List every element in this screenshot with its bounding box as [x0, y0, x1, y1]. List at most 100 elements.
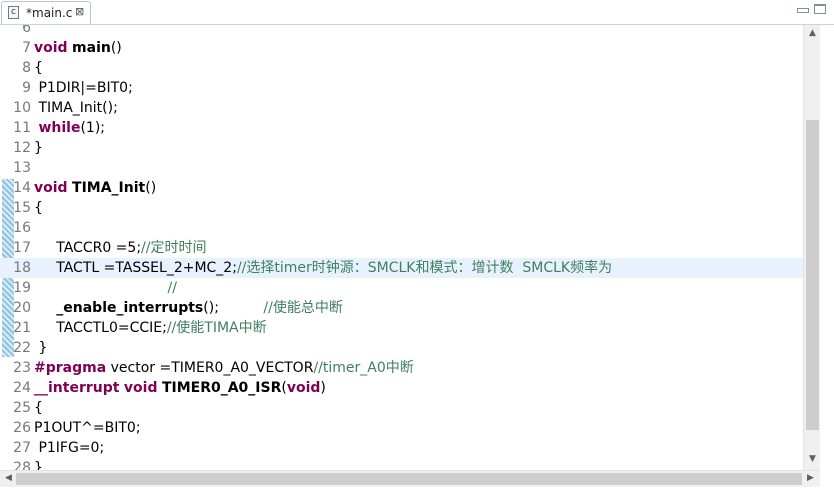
code-text: P1OUT^=BIT0; — [34, 420, 141, 436]
code-content: // — [34, 278, 177, 298]
line-number: 14 — [13, 180, 31, 196]
line-number: 13 — [13, 160, 31, 176]
code-line[interactable]: 13 — [0, 158, 803, 178]
code-line[interactable]: 10 TIMA_Init(); — [0, 98, 803, 118]
tab-title: *main.c — [26, 6, 73, 20]
scroll-right-icon[interactable]: ▶ — [804, 472, 817, 485]
code-text: TIMA_Init(); — [34, 100, 118, 116]
code-content: { — [34, 58, 43, 78]
code-content: { — [34, 398, 43, 418]
line-number: 21 — [13, 320, 31, 336]
line-number: 25 — [13, 400, 31, 416]
code-line[interactable]: 17 TACCR0 =5;//定时时间 — [0, 238, 803, 258]
line-number: 23 — [13, 360, 31, 376]
code-content: { — [34, 198, 43, 218]
scroll-left-icon[interactable]: ◀ — [2, 472, 15, 485]
identifier: TIMER0_A0_ISR — [161, 380, 282, 396]
code-content: void TIMA_Init() — [34, 178, 156, 198]
identifier: _enable_interrupts — [56, 300, 204, 316]
keyword: void — [286, 380, 321, 396]
tab-main-c[interactable]: c *main.c ⊠ — [1, 1, 91, 24]
code-line[interactable]: 19 // — [0, 278, 803, 298]
code-text: } — [34, 340, 48, 356]
code-line[interactable]: 21 TACCTL0=CCIE;//使能TIMA中断 — [0, 318, 803, 338]
identifier: main — [72, 40, 111, 56]
code-text: vector =TIMER0_A0_VECTOR — [106, 360, 314, 376]
code-line[interactable]: 12} — [0, 138, 803, 158]
keyword: __interrupt — [34, 380, 120, 396]
code-text: TACCR0 =5; — [34, 240, 142, 256]
code-content: P1OUT^=BIT0; — [34, 418, 141, 438]
window-edge — [820, 25, 834, 488]
code-line[interactable]: 23 #pragma vector =TIMER0_A0_VECTOR//time… — [0, 358, 803, 378]
line-number: 22 — [13, 340, 31, 356]
line-number: 16 — [13, 220, 31, 236]
code-text: P1IFG=0; — [34, 440, 105, 456]
line-number: 7 — [22, 40, 31, 56]
scroll-down-icon[interactable]: ▼ — [806, 453, 819, 466]
keyword: void — [34, 40, 68, 56]
code-line[interactable]: 25{ — [0, 398, 803, 418]
code-line[interactable]: 6 — [0, 25, 803, 38]
code-line[interactable]: 18 TACTL =TASSEL_2+MC_2;//选择timer时钟源：SMC… — [0, 258, 803, 278]
vertical-scrollbar[interactable]: ▲ ▼ — [803, 25, 820, 470]
code-line[interactable]: 14 void TIMA_Init() — [0, 178, 803, 198]
code-line[interactable]: 27 P1IFG=0; — [0, 438, 803, 458]
code-line[interactable]: 24 __interrupt void TIMER0_A0_ISR(void) — [0, 378, 803, 398]
code-content: TACTL =TASSEL_2+MC_2;//选择timer时钟源：SMCLK和… — [34, 258, 612, 278]
code-line[interactable]: 11 while(1); — [0, 118, 803, 138]
code-content: __interrupt void TIMER0_A0_ISR(void) — [34, 378, 326, 398]
code-content: while(1); — [34, 118, 105, 138]
code-content: P1IFG=0; — [34, 438, 104, 458]
code-content: } — [34, 338, 47, 358]
code-content: _enable_interrupts(); //使能总中断 — [34, 298, 343, 318]
code-text: (1); — [80, 120, 106, 136]
code-text: { — [34, 60, 43, 76]
line-number: 8 — [22, 60, 31, 76]
code-line[interactable]: 7 void main() — [0, 38, 803, 58]
code-line[interactable]: 16 — [0, 218, 803, 238]
code-text: P1DIR|=BIT0; — [34, 80, 133, 96]
line-number: 17 — [13, 240, 31, 256]
minimize-icon[interactable] — [797, 8, 809, 13]
code-line[interactable]: 15{ — [0, 198, 803, 218]
keyword: void — [34, 180, 68, 196]
keyword: while — [38, 120, 81, 136]
code-editor[interactable]: 6 7 void main() 8{9 P1DIR|=BIT0; 10 TIMA_Ini… — [0, 25, 803, 470]
line-number: 19 — [13, 280, 31, 296]
line-number: 24 — [13, 380, 31, 396]
horizontal-scrollbar[interactable]: ◀ ▶ — [0, 470, 820, 487]
close-icon[interactable]: ⊠ — [75, 5, 87, 19]
code-content: TACCR0 =5;//定时时间 — [34, 238, 206, 258]
comment: //使能TIMA中断 — [166, 320, 267, 336]
code-text: ) — [320, 380, 326, 396]
comment: //timer_A0中断 — [313, 360, 414, 376]
code-line[interactable]: 22 } — [0, 338, 803, 358]
vertical-scroll-thumb[interactable] — [806, 120, 819, 430]
line-number: 28 — [13, 460, 31, 470]
code-text: () — [110, 40, 122, 56]
code-text: TACTL =TASSEL_2+MC_2; — [34, 260, 237, 276]
scroll-up-icon[interactable]: ▲ — [806, 27, 819, 40]
code-text: { — [34, 200, 43, 216]
horizontal-scroll-thumb[interactable] — [16, 473, 802, 485]
code-text: TACCTL0=CCIE; — [34, 320, 167, 336]
comment: //选择timer时钟源：SMCLK和模式：增计数 SMCLK频率为 — [236, 260, 613, 276]
line-number: 18 — [13, 260, 31, 276]
code-line[interactable]: 28} — [0, 458, 803, 470]
identifier: TIMA_Init — [72, 180, 146, 196]
code-line[interactable]: 26 P1OUT^=BIT0; — [0, 418, 803, 438]
code-line[interactable]: 8{ — [0, 58, 803, 78]
comment: //定时时间 — [141, 240, 207, 256]
code-line[interactable]: 9 P1DIR|=BIT0; — [0, 78, 803, 98]
line-number: 9 — [22, 80, 31, 96]
code-line[interactable]: 20 _enable_interrupts(); //使能总中断 — [0, 298, 803, 318]
line-number: 20 — [13, 300, 31, 316]
code-text: } — [34, 140, 43, 156]
maximize-icon[interactable] — [814, 4, 826, 14]
code-content: } — [34, 458, 43, 470]
line-number: 12 — [13, 140, 31, 156]
comment: //使能总中断 — [263, 300, 343, 316]
